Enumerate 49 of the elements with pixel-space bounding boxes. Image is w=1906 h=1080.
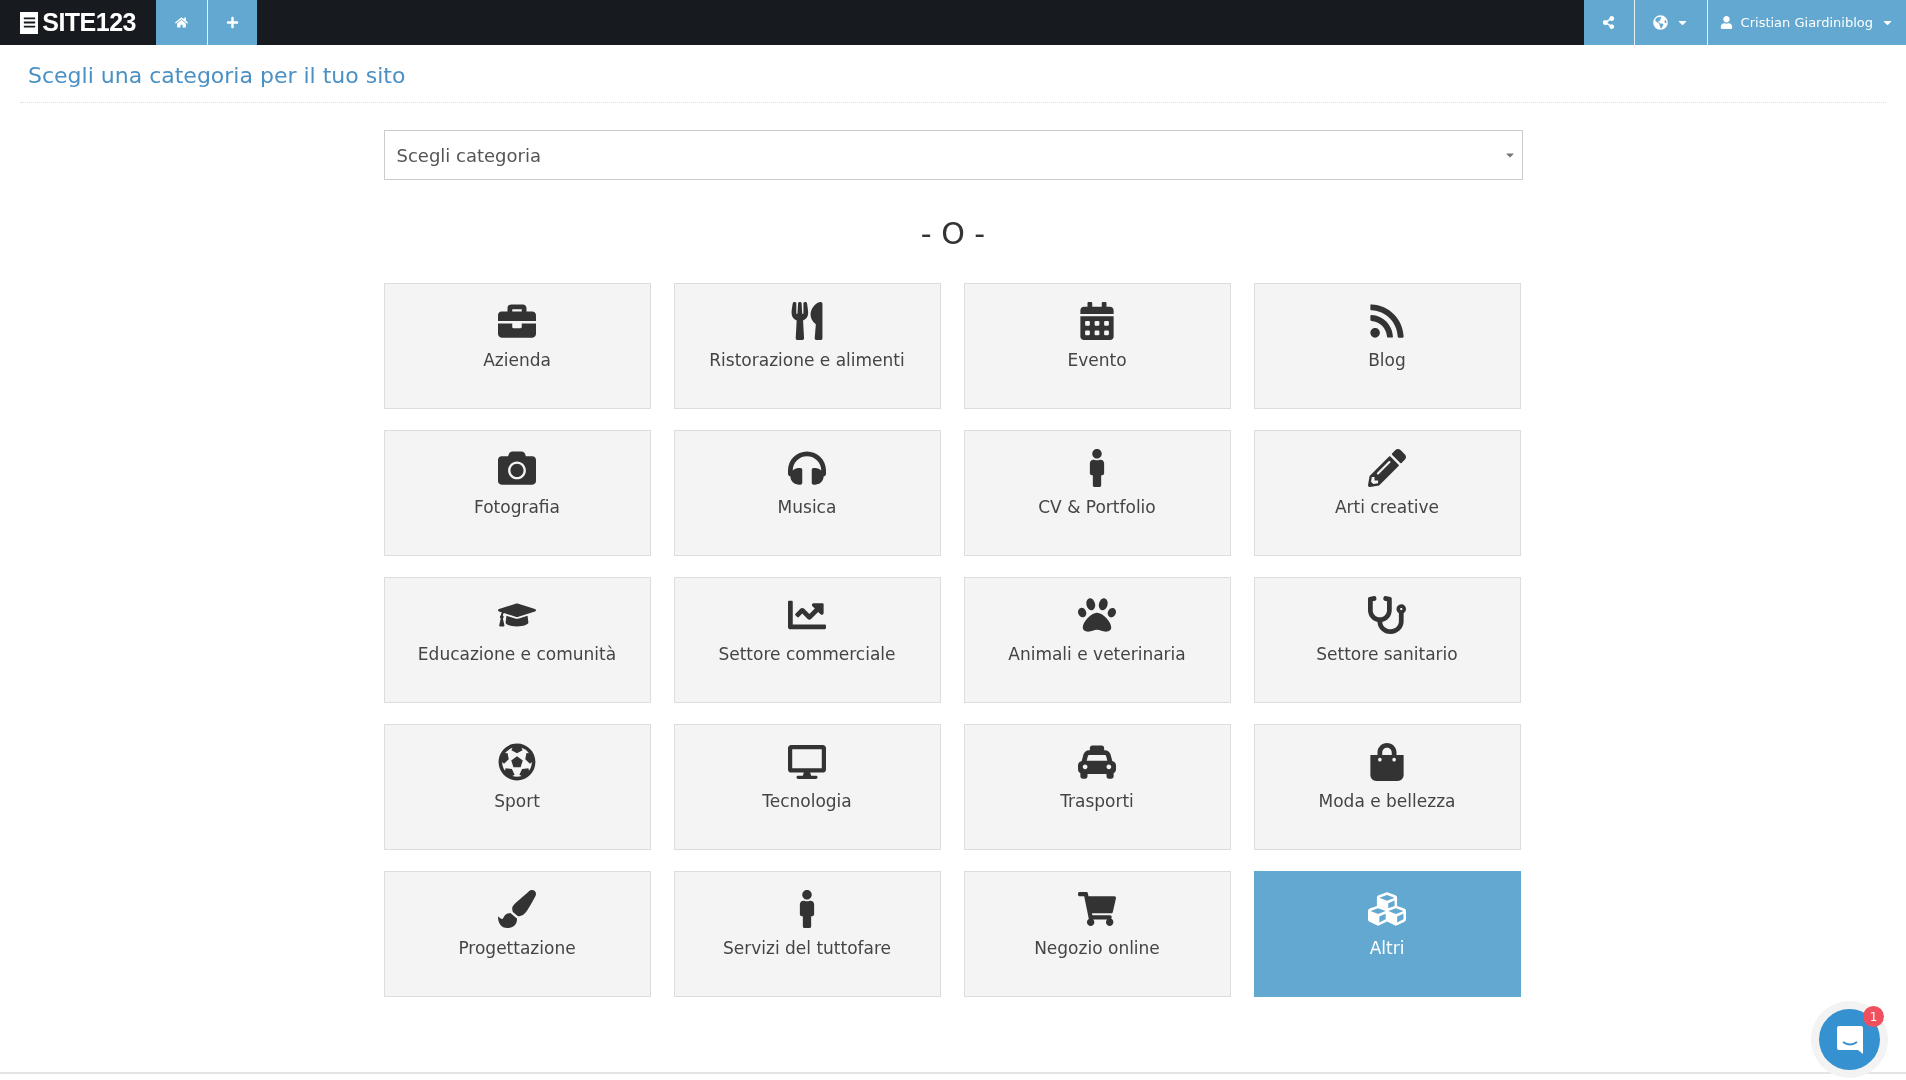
category-tile[interactable]: Evento [963, 283, 1231, 409]
briefcase-icon [498, 302, 536, 340]
taxi-icon [1078, 743, 1116, 781]
category-tile[interactable]: Progettazione [383, 871, 651, 997]
camera-icon [498, 449, 536, 487]
category-tile[interactable]: Blog [1253, 283, 1521, 409]
language-button[interactable] [1633, 0, 1707, 45]
user-icon [1719, 16, 1733, 29]
chat-bubble-icon [1835, 1024, 1864, 1055]
category-tile[interactable]: Animali e veterinaria [963, 577, 1231, 703]
page-title: Scegli una categoria per il tuo sito [27, 62, 407, 90]
category-select[interactable]: Scegli categoria [383, 130, 1523, 180]
shopping-bag-icon [1368, 743, 1406, 781]
paintbrush-icon [498, 890, 536, 928]
category-tile[interactable]: Moda e bellezza [1253, 724, 1521, 850]
category-tile[interactable]: Servizi del tuttofare [673, 871, 941, 997]
share-button[interactable] [1583, 0, 1634, 45]
category-tile[interactable]: Negozio online [963, 871, 1231, 997]
home-icon [175, 16, 188, 29]
home-button[interactable] [156, 0, 207, 45]
stethoscope-icon [1368, 596, 1406, 634]
category-tile[interactable]: Tecnologia [673, 724, 941, 850]
category-tile[interactable]: Settore sanitario [1253, 577, 1521, 703]
logo-text: SITE123 [42, 8, 136, 37]
headphones-icon [788, 449, 826, 487]
paw-icon [1078, 596, 1116, 634]
category-tile[interactable]: Arti creative [1253, 430, 1521, 556]
pencil-icon [1368, 449, 1406, 487]
category-tile[interactable]: Musica [673, 430, 941, 556]
plus-icon [226, 16, 239, 29]
share-icon [1602, 16, 1616, 29]
monitor-icon [788, 743, 826, 781]
or-separator: - O - [920, 216, 986, 251]
rss-icon [1368, 302, 1406, 340]
shopping-cart-icon [1078, 890, 1116, 928]
globe-icon [1652, 15, 1668, 30]
category-tile[interactable]: Fotografia [383, 430, 651, 556]
calendar-icon [1078, 302, 1116, 340]
add-button[interactable] [207, 0, 257, 45]
cubes-icon [1368, 890, 1406, 928]
category-tile[interactable]: CV & Portfolio [963, 430, 1231, 556]
category-tile[interactable]: Ristorazione e alimenti [673, 283, 941, 409]
category-tile[interactable]: Educazione e comunità [383, 577, 651, 703]
category-tile[interactable]: Azienda [383, 283, 651, 409]
site-logo[interactable]: SITE123 [0, 0, 156, 45]
category-tile[interactable]: Sport [383, 724, 651, 850]
category-tile[interactable]: Trasporti [963, 724, 1231, 850]
category-tile[interactable]: Settore commerciale [673, 577, 941, 703]
logo-icon [20, 11, 39, 34]
